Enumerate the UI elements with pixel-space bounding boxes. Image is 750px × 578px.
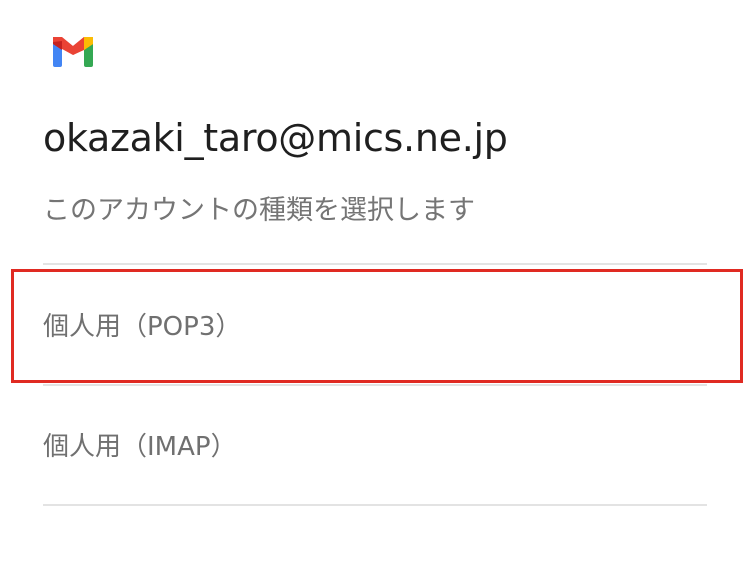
account-email: okazaki_taro@mics.ne.jp [43,116,508,160]
option-label: 個人用（POP3） [43,311,242,342]
option-personal-pop3[interactable]: 個人用（POP3） [43,266,707,382]
divider-bottom [43,504,707,506]
account-type-prompt: このアカウントの種類を選択します [43,195,475,226]
gmail-logo-icon [53,37,93,67]
option-label: 個人用（IMAP） [43,431,237,462]
option-personal-imap[interactable]: 個人用（IMAP） [43,386,707,502]
divider-top [43,263,707,265]
